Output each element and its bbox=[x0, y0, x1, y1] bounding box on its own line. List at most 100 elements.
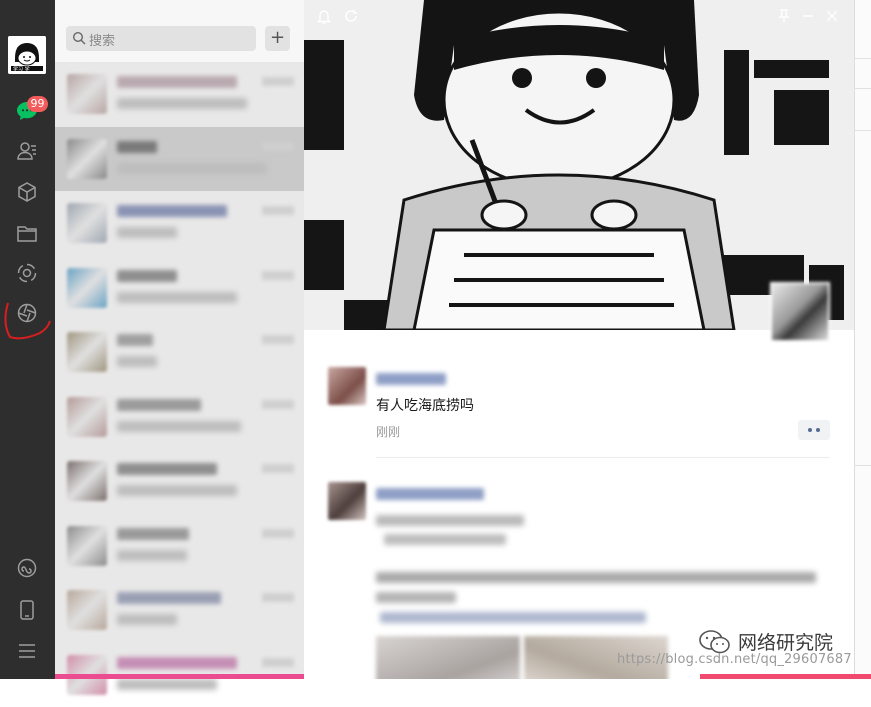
chat-last-message bbox=[117, 227, 177, 238]
search-input[interactable]: 搜索 bbox=[66, 26, 256, 51]
chat-name bbox=[117, 205, 227, 217]
chat-avatar bbox=[67, 397, 107, 437]
watermark-url: https://blog.csdn.net/qq_29607687 bbox=[617, 652, 852, 667]
chat-list-item[interactable] bbox=[55, 385, 304, 450]
background-divider bbox=[854, 88, 871, 89]
chat-name bbox=[117, 141, 157, 153]
post-author-avatar[interactable] bbox=[328, 367, 366, 405]
chat-avatar bbox=[67, 461, 107, 501]
close-icon[interactable] bbox=[824, 8, 840, 24]
chat-last-message bbox=[117, 356, 157, 367]
moments-cover-image bbox=[304, 0, 854, 330]
background-divider bbox=[854, 130, 871, 131]
chat-list-item[interactable] bbox=[55, 62, 304, 127]
taskbar-strip bbox=[700, 674, 871, 679]
chat-list-item[interactable] bbox=[55, 449, 304, 514]
chat-name bbox=[117, 463, 217, 475]
post-author-avatar[interactable] bbox=[328, 482, 366, 520]
chat-name bbox=[117, 76, 237, 88]
search-placeholder: 搜索 bbox=[89, 30, 115, 49]
wechat-logo-icon bbox=[698, 629, 732, 655]
chat-avatar bbox=[67, 74, 107, 114]
chat-time bbox=[262, 142, 294, 151]
chat-avatar bbox=[67, 332, 107, 372]
red-annotation-mark bbox=[0, 295, 55, 345]
post-text-line bbox=[376, 515, 524, 526]
chat-last-message bbox=[117, 550, 187, 561]
chat-avatar bbox=[67, 203, 107, 243]
panel-titlebar bbox=[304, 0, 854, 32]
chat-rows bbox=[55, 62, 304, 707]
chat-time bbox=[262, 658, 294, 667]
post-text-line bbox=[384, 534, 506, 545]
unread-badge: 99 bbox=[27, 96, 48, 112]
chat-last-message bbox=[117, 421, 241, 432]
wechat-window: 学习 学 99 bbox=[0, 0, 871, 679]
svg-text:学习 学: 学习 学 bbox=[13, 66, 30, 73]
chat-time bbox=[262, 593, 294, 602]
chat-name bbox=[117, 592, 221, 604]
moments-icon[interactable] bbox=[14, 260, 40, 286]
chat-time bbox=[262, 335, 294, 344]
add-chat-button[interactable]: + bbox=[265, 26, 290, 51]
chat-time bbox=[262, 529, 294, 538]
phone-icon[interactable] bbox=[14, 597, 40, 623]
chat-last-message bbox=[117, 485, 237, 496]
post-author-name[interactable] bbox=[376, 488, 484, 500]
chat-time bbox=[262, 400, 294, 409]
chat-name bbox=[117, 657, 237, 669]
chat-last-message bbox=[117, 163, 267, 174]
chat-last-message bbox=[117, 292, 237, 303]
post-link-line[interactable] bbox=[380, 612, 646, 623]
chat-last-message bbox=[117, 614, 177, 625]
refresh-icon[interactable] bbox=[343, 8, 359, 24]
chat-time bbox=[262, 464, 294, 473]
my-avatar[interactable]: 学习 学 bbox=[8, 36, 46, 74]
watermark: 网络研究院 bbox=[698, 628, 833, 655]
notification-bell-icon[interactable] bbox=[316, 8, 332, 24]
post-text: 有人吃海底捞吗 bbox=[376, 395, 474, 415]
chat-avatar bbox=[67, 590, 107, 630]
post-text-line bbox=[376, 572, 816, 583]
menu-icon[interactable] bbox=[14, 638, 40, 664]
background-divider bbox=[854, 465, 871, 466]
chat-list-panel: 搜索 + bbox=[55, 0, 304, 679]
background-window-edge bbox=[854, 0, 871, 679]
files-icon[interactable] bbox=[14, 220, 40, 246]
chat-time bbox=[262, 77, 294, 86]
chat-name bbox=[117, 399, 201, 411]
search-icon bbox=[72, 31, 86, 45]
list-header: 搜索 + bbox=[55, 0, 304, 62]
chat-list-item[interactable] bbox=[55, 127, 304, 192]
post-divider bbox=[376, 457, 830, 458]
chat-avatar bbox=[67, 139, 107, 179]
pin-icon[interactable] bbox=[776, 8, 792, 24]
contacts-icon[interactable] bbox=[14, 138, 40, 164]
post-author-name[interactable] bbox=[376, 373, 446, 385]
moments-profile-avatar[interactable] bbox=[770, 282, 830, 342]
chat-list-item[interactable] bbox=[55, 256, 304, 321]
minimize-icon[interactable] bbox=[800, 8, 816, 24]
chat-avatar bbox=[67, 268, 107, 308]
chat-name bbox=[117, 528, 189, 540]
chat-list-item[interactable] bbox=[55, 191, 304, 256]
post-image[interactable] bbox=[376, 636, 520, 679]
watermark-brand: 网络研究院 bbox=[738, 628, 833, 655]
mini-programs-icon[interactable] bbox=[14, 555, 40, 581]
chat-last-message bbox=[117, 98, 247, 109]
chat-avatar bbox=[67, 526, 107, 566]
favorites-icon[interactable] bbox=[14, 179, 40, 205]
chat-list-item[interactable] bbox=[55, 320, 304, 385]
taskbar-strip bbox=[55, 674, 304, 679]
background-divider bbox=[854, 58, 871, 59]
nav-rail: 学习 学 99 bbox=[0, 0, 55, 679]
chat-time bbox=[262, 271, 294, 280]
chat-name bbox=[117, 270, 177, 282]
chat-name bbox=[117, 334, 153, 346]
chat-time bbox=[262, 206, 294, 215]
post-more-button[interactable] bbox=[798, 420, 830, 440]
chat-list-item[interactable] bbox=[55, 578, 304, 643]
chat-list-item[interactable] bbox=[55, 514, 304, 579]
moments-panel: 有人吃海底捞吗 刚刚 bbox=[304, 0, 854, 679]
post-text-line bbox=[376, 592, 456, 603]
